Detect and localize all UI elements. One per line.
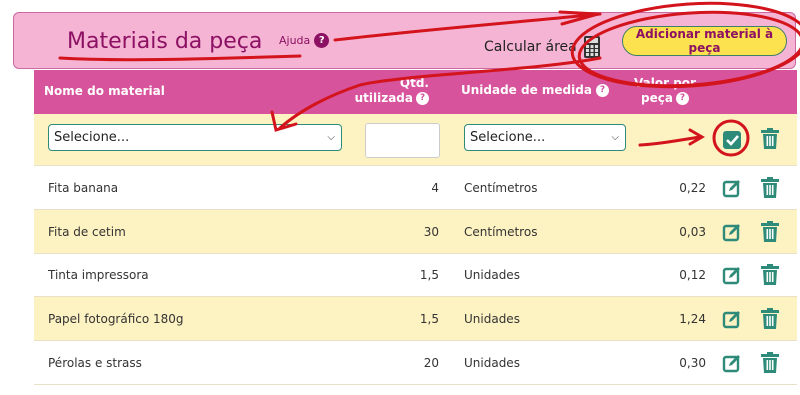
unit-value: Unidades (464, 356, 520, 370)
new-material-row: Selecione... ⌵ Selecione... ⌵ (34, 114, 797, 166)
quantity-value: 1,5 (419, 268, 439, 282)
material-name: Pérolas e strass (48, 356, 142, 370)
edit-icon[interactable] (722, 309, 742, 329)
quantity-value: 4 (431, 181, 439, 195)
material-name: Fita banana (48, 181, 119, 195)
col-header-unit: Unidade de medida ? (461, 83, 609, 97)
trash-icon[interactable] (760, 221, 780, 243)
material-name: Tinta impressora (48, 268, 149, 282)
quantity-value: 30 (423, 225, 439, 239)
quantity-value: 20 (423, 356, 439, 370)
help-icon[interactable]: ? (595, 83, 609, 97)
material-select-value: Selecione... (54, 130, 130, 145)
value-per-piece: 0,03 (679, 225, 706, 239)
chevron-down-icon: ⌵ (327, 132, 335, 143)
unit-value: Unidades (464, 312, 520, 326)
table-row: Tinta impressora 1,5 Unidades 0,12 (34, 253, 797, 297)
col-header-qty: Qtd. utilizada ? (354, 76, 429, 105)
unit-value: Unidades (464, 268, 520, 282)
unit-value: Centímetros (464, 181, 538, 195)
edit-icon[interactable] (722, 353, 742, 373)
quantity-value: 1,5 (419, 312, 439, 326)
page-title: Materiais da peça (67, 29, 263, 54)
add-material-button[interactable]: Adicionar material à peça (622, 26, 787, 56)
table-header: Nome do material Qtd. utilizada ? Unidad… (34, 70, 797, 114)
table-row: Fita banana 4 Centímetros 0,22 (34, 166, 797, 210)
help-link[interactable]: Ajuda ? (279, 33, 330, 48)
value-per-piece: 0,12 (679, 268, 706, 282)
col-header-unit-label: Unidade de medida (461, 83, 592, 97)
value-per-piece: 1,24 (679, 312, 706, 326)
value-per-piece: 0,30 (679, 356, 706, 370)
help-icon[interactable]: ? (416, 92, 429, 105)
calculate-area-button[interactable]: Calcular área (484, 35, 601, 59)
unit-value: Centímetros (464, 225, 538, 239)
header-panel: Materiais da peça Ajuda ? Calcular área … (13, 12, 796, 69)
material-name: Papel fotográfico 180g (48, 312, 184, 326)
table-row: Pérolas e strass 20 Unidades 0,30 (34, 341, 797, 385)
material-name: Fita de cetim (48, 225, 126, 239)
unit-select-value: Selecione... (470, 130, 546, 145)
edit-icon[interactable] (722, 178, 742, 198)
unit-select[interactable]: Selecione... ⌵ (464, 124, 626, 151)
trash-icon[interactable] (760, 308, 780, 330)
material-select[interactable]: Selecione... ⌵ (48, 124, 342, 151)
col-header-value: Valor por peça ? (634, 76, 696, 105)
trash-icon[interactable] (760, 177, 780, 199)
help-icon: ? (314, 33, 330, 48)
col-header-material: Nome do material (44, 84, 165, 98)
edit-icon[interactable] (722, 222, 742, 242)
trash-icon[interactable] (760, 264, 780, 286)
trash-icon[interactable] (760, 128, 780, 150)
table-row: Papel fotográfico 180g 1,5 Unidades 1,24 (34, 297, 797, 341)
help-icon[interactable]: ? (675, 92, 689, 105)
confirm-check-icon[interactable] (721, 129, 743, 151)
edit-icon[interactable] (722, 265, 742, 285)
trash-icon[interactable] (760, 352, 780, 374)
chevron-down-icon: ⌵ (611, 132, 619, 143)
help-label: Ajuda (279, 34, 311, 47)
quantity-input[interactable] (365, 123, 440, 158)
calc-label: Calcular área (484, 39, 577, 55)
table-row: Fita de cetim 30 Centímetros 0,03 (34, 210, 797, 254)
calculator-icon (583, 36, 600, 58)
value-per-piece: 0,22 (679, 181, 706, 195)
